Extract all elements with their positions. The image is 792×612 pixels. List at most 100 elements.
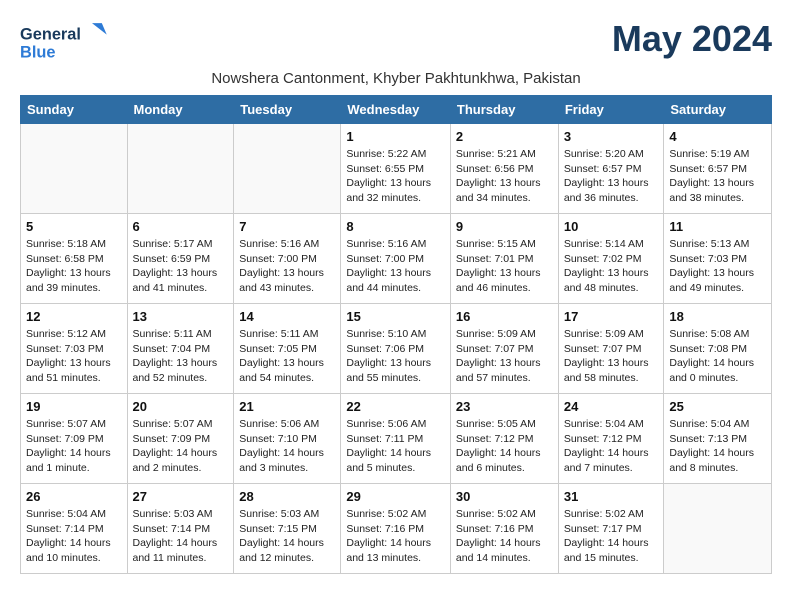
header-sunday: Sunday [21, 96, 128, 124]
day-info: Sunrise: 5:12 AMSunset: 7:03 PMDaylight:… [26, 327, 122, 386]
day-number: 25 [669, 399, 766, 414]
day-info: Sunrise: 5:09 AMSunset: 7:07 PMDaylight:… [456, 327, 553, 386]
header-wednesday: Wednesday [341, 96, 451, 124]
day-info: Sunrise: 5:11 AMSunset: 7:04 PMDaylight:… [133, 327, 229, 386]
calendar-cell [21, 124, 128, 214]
logo-svg: General Blue [20, 18, 110, 66]
month-title: May 2024 [612, 18, 772, 60]
calendar-cell: 7Sunrise: 5:16 AMSunset: 7:00 PMDaylight… [234, 214, 341, 304]
day-info: Sunrise: 5:02 AMSunset: 7:17 PMDaylight:… [564, 507, 659, 566]
day-number: 9 [456, 219, 553, 234]
calendar-cell: 21Sunrise: 5:06 AMSunset: 7:10 PMDayligh… [234, 394, 341, 484]
subtitle: Nowshera Cantonment, Khyber Pakhtunkhwa,… [20, 70, 772, 87]
day-info: Sunrise: 5:03 AMSunset: 7:15 PMDaylight:… [239, 507, 335, 566]
day-number: 3 [564, 129, 659, 144]
header-top: General Blue May 2024 [20, 18, 772, 66]
day-number: 22 [346, 399, 445, 414]
day-number: 16 [456, 309, 553, 324]
calendar-cell: 1 Sunrise: 5:22 AMSunset: 6:55 PMDaylight… [341, 124, 451, 214]
day-number: 1 [346, 129, 445, 144]
logo: General Blue [20, 18, 110, 66]
calendar-cell: 2Sunrise: 5:21 AMSunset: 6:56 PMDaylight… [450, 124, 558, 214]
day-info: Sunrise: 5:03 AMSunset: 7:14 PMDaylight:… [133, 507, 229, 566]
day-info: Sunrise: 5:06 AMSunset: 7:11 PMDaylight:… [346, 417, 445, 476]
day-info: Sunrise: 5:19 AMSunset: 6:57 PMDaylight:… [669, 147, 766, 206]
day-info: Sunrise: 5:04 AMSunset: 7:12 PMDaylight:… [564, 417, 659, 476]
day-number: 28 [239, 489, 335, 504]
day-number: 8 [346, 219, 445, 234]
day-number: 6 [133, 219, 229, 234]
calendar-cell [234, 124, 341, 214]
calendar-week-2: 5Sunrise: 5:18 AMSunset: 6:58 PMDaylight… [21, 214, 772, 304]
calendar-cell: 18 Sunrise: 5:08 AMSunset: 7:08 PMDayligh… [664, 304, 772, 394]
calendar-cell [664, 484, 772, 574]
day-info: Sunrise: 5:13 AMSunset: 7:03 PMDaylight:… [669, 237, 766, 296]
day-info: Sunrise: 5:08 AMSunset: 7:08 PMDaylight:… [669, 327, 766, 386]
calendar-cell: 30Sunrise: 5:02 AMSunset: 7:16 PMDayligh… [450, 484, 558, 574]
day-info: Sunrise: 5:07 AMSunset: 7:09 PMDaylight:… [133, 417, 229, 476]
day-number: 4 [669, 129, 766, 144]
day-number: 2 [456, 129, 553, 144]
day-info: Sunrise: 5:02 AMSunset: 7:16 PMDaylight:… [346, 507, 445, 566]
header-thursday: Thursday [450, 96, 558, 124]
day-number: 18 [669, 309, 766, 324]
calendar-cell: 15Sunrise: 5:10 AMSunset: 7:06 PMDayligh… [341, 304, 451, 394]
calendar-cell: 20 Sunrise: 5:07 AMSunset: 7:09 PMDayligh… [127, 394, 234, 484]
day-number: 27 [133, 489, 229, 504]
calendar-cell: 10Sunrise: 5:14 AMSunset: 7:02 PMDayligh… [558, 214, 664, 304]
day-info: Sunrise: 5:09 AMSunset: 7:07 PMDaylight:… [564, 327, 659, 386]
calendar-cell: 26 Sunrise: 5:04 AMSunset: 7:14 PMDayligh… [21, 484, 128, 574]
calendar-cell: 22 Sunrise: 5:06 AMSunset: 7:11 PMDayligh… [341, 394, 451, 484]
day-info: Sunrise: 5:05 AMSunset: 7:12 PMDaylight:… [456, 417, 553, 476]
calendar-cell: 8 Sunrise: 5:16 AMSunset: 7:00 PMDaylight… [341, 214, 451, 304]
header-saturday: Saturday [664, 96, 772, 124]
calendar-week-1: 1 Sunrise: 5:22 AMSunset: 6:55 PMDaylight… [21, 124, 772, 214]
calendar-cell: 17Sunrise: 5:09 AMSunset: 7:07 PMDayligh… [558, 304, 664, 394]
day-number: 30 [456, 489, 553, 504]
day-number: 26 [26, 489, 122, 504]
day-info: Sunrise: 5:17 AMSunset: 6:59 PMDaylight:… [133, 237, 229, 296]
day-info: Sunrise: 5:07 AMSunset: 7:09 PMDaylight:… [26, 417, 122, 476]
day-info: Sunrise: 5:20 AMSunset: 6:57 PMDaylight:… [564, 147, 659, 206]
calendar-cell: 12 Sunrise: 5:12 AMSunset: 7:03 PMDayligh… [21, 304, 128, 394]
svg-text:General: General [20, 26, 81, 44]
svg-text:Blue: Blue [20, 44, 55, 62]
calendar-cell: 9Sunrise: 5:15 AMSunset: 7:01 PMDaylight… [450, 214, 558, 304]
calendar-cell: 31 Sunrise: 5:02 AMSunset: 7:17 PMDayligh… [558, 484, 664, 574]
calendar-cell: 29 Sunrise: 5:02 AMSunset: 7:16 PMDayligh… [341, 484, 451, 574]
calendar-week-3: 12 Sunrise: 5:12 AMSunset: 7:03 PMDayligh… [21, 304, 772, 394]
calendar-cell [127, 124, 234, 214]
day-number: 24 [564, 399, 659, 414]
calendar-cell: 25 Sunrise: 5:04 AMSunset: 7:13 PMDayligh… [664, 394, 772, 484]
calendar-cell: 3 Sunrise: 5:20 AMSunset: 6:57 PMDaylight… [558, 124, 664, 214]
day-info: Sunrise: 5:04 AMSunset: 7:13 PMDaylight:… [669, 417, 766, 476]
day-number: 29 [346, 489, 445, 504]
calendar-cell: 11Sunrise: 5:13 AMSunset: 7:03 PMDayligh… [664, 214, 772, 304]
calendar-cell: 13 Sunrise: 5:11 AMSunset: 7:04 PMDayligh… [127, 304, 234, 394]
day-number: 21 [239, 399, 335, 414]
calendar-cell: 14Sunrise: 5:11 AMSunset: 7:05 PMDayligh… [234, 304, 341, 394]
day-number: 13 [133, 309, 229, 324]
calendar-header-row: Sunday Monday Tuesday Wednesday Thursday… [21, 96, 772, 124]
day-number: 10 [564, 219, 659, 234]
calendar-cell: 5Sunrise: 5:18 AMSunset: 6:58 PMDaylight… [21, 214, 128, 304]
day-number: 12 [26, 309, 122, 324]
day-number: 31 [564, 489, 659, 504]
day-info: Sunrise: 5:04 AMSunset: 7:14 PMDaylight:… [26, 507, 122, 566]
day-number: 7 [239, 219, 335, 234]
calendar-cell: 24 Sunrise: 5:04 AMSunset: 7:12 PMDayligh… [558, 394, 664, 484]
day-info: Sunrise: 5:16 AMSunset: 7:00 PMDaylight:… [346, 237, 445, 296]
calendar-cell: 4 Sunrise: 5:19 AMSunset: 6:57 PMDaylight… [664, 124, 772, 214]
header-friday: Friday [558, 96, 664, 124]
calendar-week-4: 19 Sunrise: 5:07 AMSunset: 7:09 PMDayligh… [21, 394, 772, 484]
calendar-table: Sunday Monday Tuesday Wednesday Thursday… [20, 95, 772, 574]
day-number: 19 [26, 399, 122, 414]
calendar-cell: 16 Sunrise: 5:09 AMSunset: 7:07 PMDayligh… [450, 304, 558, 394]
calendar-cell: 28 Sunrise: 5:03 AMSunset: 7:15 PMDayligh… [234, 484, 341, 574]
page: General Blue May 2024 Nowshera Cantonmen… [0, 0, 792, 592]
day-info: Sunrise: 5:10 AMSunset: 7:06 PMDaylight:… [346, 327, 445, 386]
header-tuesday: Tuesday [234, 96, 341, 124]
day-info: Sunrise: 5:22 AMSunset: 6:55 PMDaylight:… [346, 147, 445, 206]
day-number: 20 [133, 399, 229, 414]
header-monday: Monday [127, 96, 234, 124]
